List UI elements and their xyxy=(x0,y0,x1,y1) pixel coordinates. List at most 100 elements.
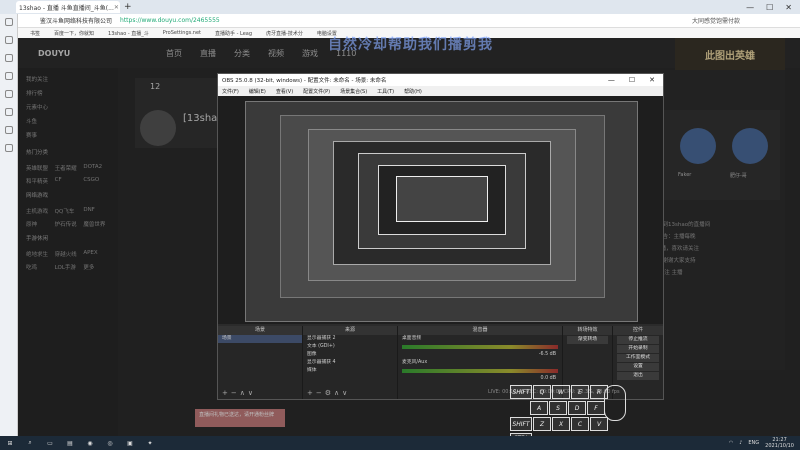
clock[interactable]: 21:27 2021/10/10 xyxy=(765,437,794,449)
sidebar-item-center[interactable]: 元素中心 xyxy=(26,100,110,114)
windows-start-icon[interactable]: ⊞ xyxy=(4,438,16,448)
category-link[interactable]: 王者荣耀 xyxy=(55,164,82,172)
menu-file[interactable]: 文件(F) xyxy=(222,88,239,95)
exit-button[interactable]: 退出 xyxy=(617,372,659,380)
obs-close-button[interactable]: ✕ xyxy=(649,76,655,84)
bookmark-item[interactable]: 虎牙直播-技术分 xyxy=(266,30,303,37)
nav-video[interactable]: 视频 xyxy=(268,48,284,59)
key-s: S xyxy=(549,401,567,415)
obs-minimize-button[interactable]: — xyxy=(608,76,615,84)
category-link[interactable]: 原神 xyxy=(26,220,53,228)
obs-preview[interactable] xyxy=(218,96,663,324)
category-link[interactable]: 英雄联盟 xyxy=(26,164,53,172)
menu-tools[interactable]: 工具(T) xyxy=(377,88,394,95)
nav-live[interactable]: 直播 xyxy=(200,48,216,59)
streamer-avatar[interactable] xyxy=(140,110,176,146)
bookmark-item[interactable]: 书签 xyxy=(30,30,40,37)
category-link[interactable]: 主机游戏 xyxy=(26,207,53,215)
url-text[interactable]: https://www.douyu.com/2465555 xyxy=(120,17,220,24)
file-explorer-icon[interactable]: ▤ xyxy=(64,438,76,448)
studio-mode-button[interactable]: 工作室模式 xyxy=(617,354,659,362)
category-link[interactable]: 炉石传说 xyxy=(55,220,82,228)
category-link[interactable]: QQ飞车 xyxy=(55,207,82,215)
category-link[interactable]: 魔兽世界 xyxy=(83,220,110,228)
maximize-button[interactable]: ☐ xyxy=(766,3,773,12)
category-link[interactable]: CSGO xyxy=(83,177,110,185)
obs-app-icon[interactable]: ◎ xyxy=(104,438,116,448)
nav-category[interactable]: 分类 xyxy=(234,48,250,59)
app-icon[interactable]: ▣ xyxy=(124,438,136,448)
side-panel-icon[interactable] xyxy=(4,36,13,44)
side-panel-icon[interactable] xyxy=(4,90,13,98)
browser-app-icon[interactable]: ◉ xyxy=(84,438,96,448)
menu-profile[interactable]: 配置文件(P) xyxy=(303,88,330,95)
volume-icon[interactable]: ♪ xyxy=(739,440,742,446)
sidebar-item-follow[interactable]: 我的关注 xyxy=(26,72,110,86)
bookmark-item[interactable]: 百度一下，你就知 xyxy=(54,30,94,37)
sidebar-heading: 网络游戏 xyxy=(26,193,49,199)
site-logo[interactable]: DOUYU xyxy=(38,49,148,58)
side-panel-icon[interactable] xyxy=(4,18,13,26)
menu-edit[interactable]: 编辑(E) xyxy=(249,88,266,95)
side-panel-icon[interactable] xyxy=(4,72,13,80)
close-tab-icon[interactable]: ✕ xyxy=(114,4,119,11)
source-controls[interactable]: +−⚙∧∨ xyxy=(307,389,350,397)
category-link[interactable]: DOTA2 xyxy=(83,164,110,172)
bookmark-item[interactable]: 13shao - 直播_斗 xyxy=(108,30,149,37)
start-recording-button[interactable]: 开始录制 xyxy=(617,345,659,353)
nav-games[interactable]: 游戏 xyxy=(302,48,318,59)
sidebar-item-douyu[interactable]: 斗鱼 xyxy=(26,114,110,128)
settings-button[interactable]: 设置 xyxy=(617,363,659,371)
category-link[interactable]: CF xyxy=(55,177,82,185)
key-a: A xyxy=(530,401,548,415)
side-panel-icon[interactable] xyxy=(4,126,13,134)
language-indicator[interactable]: ENG xyxy=(748,440,759,446)
source-item[interactable]: 显示器捕获 2 xyxy=(303,335,397,343)
taskbar: ⊞ ⌕ ▭ ▤ ◉ ◎ ▣ ✦ ◠ ♪ ENG 21:27 2021/10/10 xyxy=(0,436,800,450)
category-link[interactable]: DNF xyxy=(83,207,110,215)
header-banner[interactable]: 此图出英雄 xyxy=(675,38,785,70)
category-link[interactable]: 吃鸡 xyxy=(26,263,53,271)
app-icon[interactable]: ✦ xyxy=(144,438,156,448)
side-panel-icon[interactable] xyxy=(4,54,13,62)
source-item[interactable]: 显示器捕获 4 xyxy=(303,359,397,367)
bookmark-item[interactable]: ProSettings.net xyxy=(163,30,201,36)
search-icon[interactable]: ⌕ xyxy=(24,438,36,448)
recursive-preview xyxy=(396,176,488,222)
sidebar-item-events[interactable]: 赛事 xyxy=(26,128,110,142)
browser-tab[interactable]: 13shao - 直播 斗鱼直播间_斗鱼(... ✕ xyxy=(16,1,120,13)
task-view-icon[interactable]: ▭ xyxy=(44,438,56,448)
scene-controls[interactable]: +−∧∨ xyxy=(222,389,256,397)
mixer-track-name: 麦克风/Aux xyxy=(402,360,428,365)
clock-date: 2021/10/10 xyxy=(765,443,794,449)
category-link[interactable]: 绝地求生 xyxy=(26,250,53,258)
nav-home[interactable]: 首页 xyxy=(166,48,182,59)
source-item[interactable]: 图像 xyxy=(303,351,397,359)
transition-select[interactable]: 渐变转场 xyxy=(567,336,608,344)
stop-streaming-button[interactable]: 停止推流 xyxy=(617,336,659,344)
menu-scene-collection[interactable]: 场景集合(S) xyxy=(340,88,367,95)
close-window-button[interactable]: ✕ xyxy=(785,3,792,12)
promo-avatar[interactable] xyxy=(732,128,768,164)
category-link[interactable]: APEX xyxy=(83,250,110,258)
category-link[interactable]: 穿越火线 xyxy=(55,250,82,258)
new-tab-button[interactable]: + xyxy=(124,2,132,12)
wifi-icon[interactable]: ◠ xyxy=(729,440,733,446)
menu-help[interactable]: 帮助(H) xyxy=(404,88,422,95)
scene-item[interactable]: 场景 xyxy=(218,335,302,343)
sidebar-item-rank[interactable]: 排行榜 xyxy=(26,86,110,100)
bookmark-item[interactable]: 直播助手 - Leag xyxy=(215,30,252,37)
obs-maximize-button[interactable]: ☐ xyxy=(629,76,635,84)
category-link[interactable]: 更多 xyxy=(83,263,110,271)
side-panel-icon[interactable] xyxy=(4,108,13,116)
promo-avatar[interactable] xyxy=(680,128,716,164)
side-panel-icon[interactable] xyxy=(4,144,13,152)
source-item[interactable]: 媒体 xyxy=(303,367,397,375)
category-link[interactable]: LOL手游 xyxy=(55,263,82,271)
scenes-header: 场景 xyxy=(218,326,302,335)
minimize-button[interactable]: — xyxy=(746,3,754,12)
source-item[interactable]: 文本 (GDI+) xyxy=(303,343,397,351)
menu-view[interactable]: 查看(V) xyxy=(276,88,293,95)
address-bar[interactable]: 鉴汉斗鱼网络科技有限公司 https://www.douyu.com/24655… xyxy=(0,14,800,28)
category-link[interactable]: 和平精英 xyxy=(26,177,53,185)
